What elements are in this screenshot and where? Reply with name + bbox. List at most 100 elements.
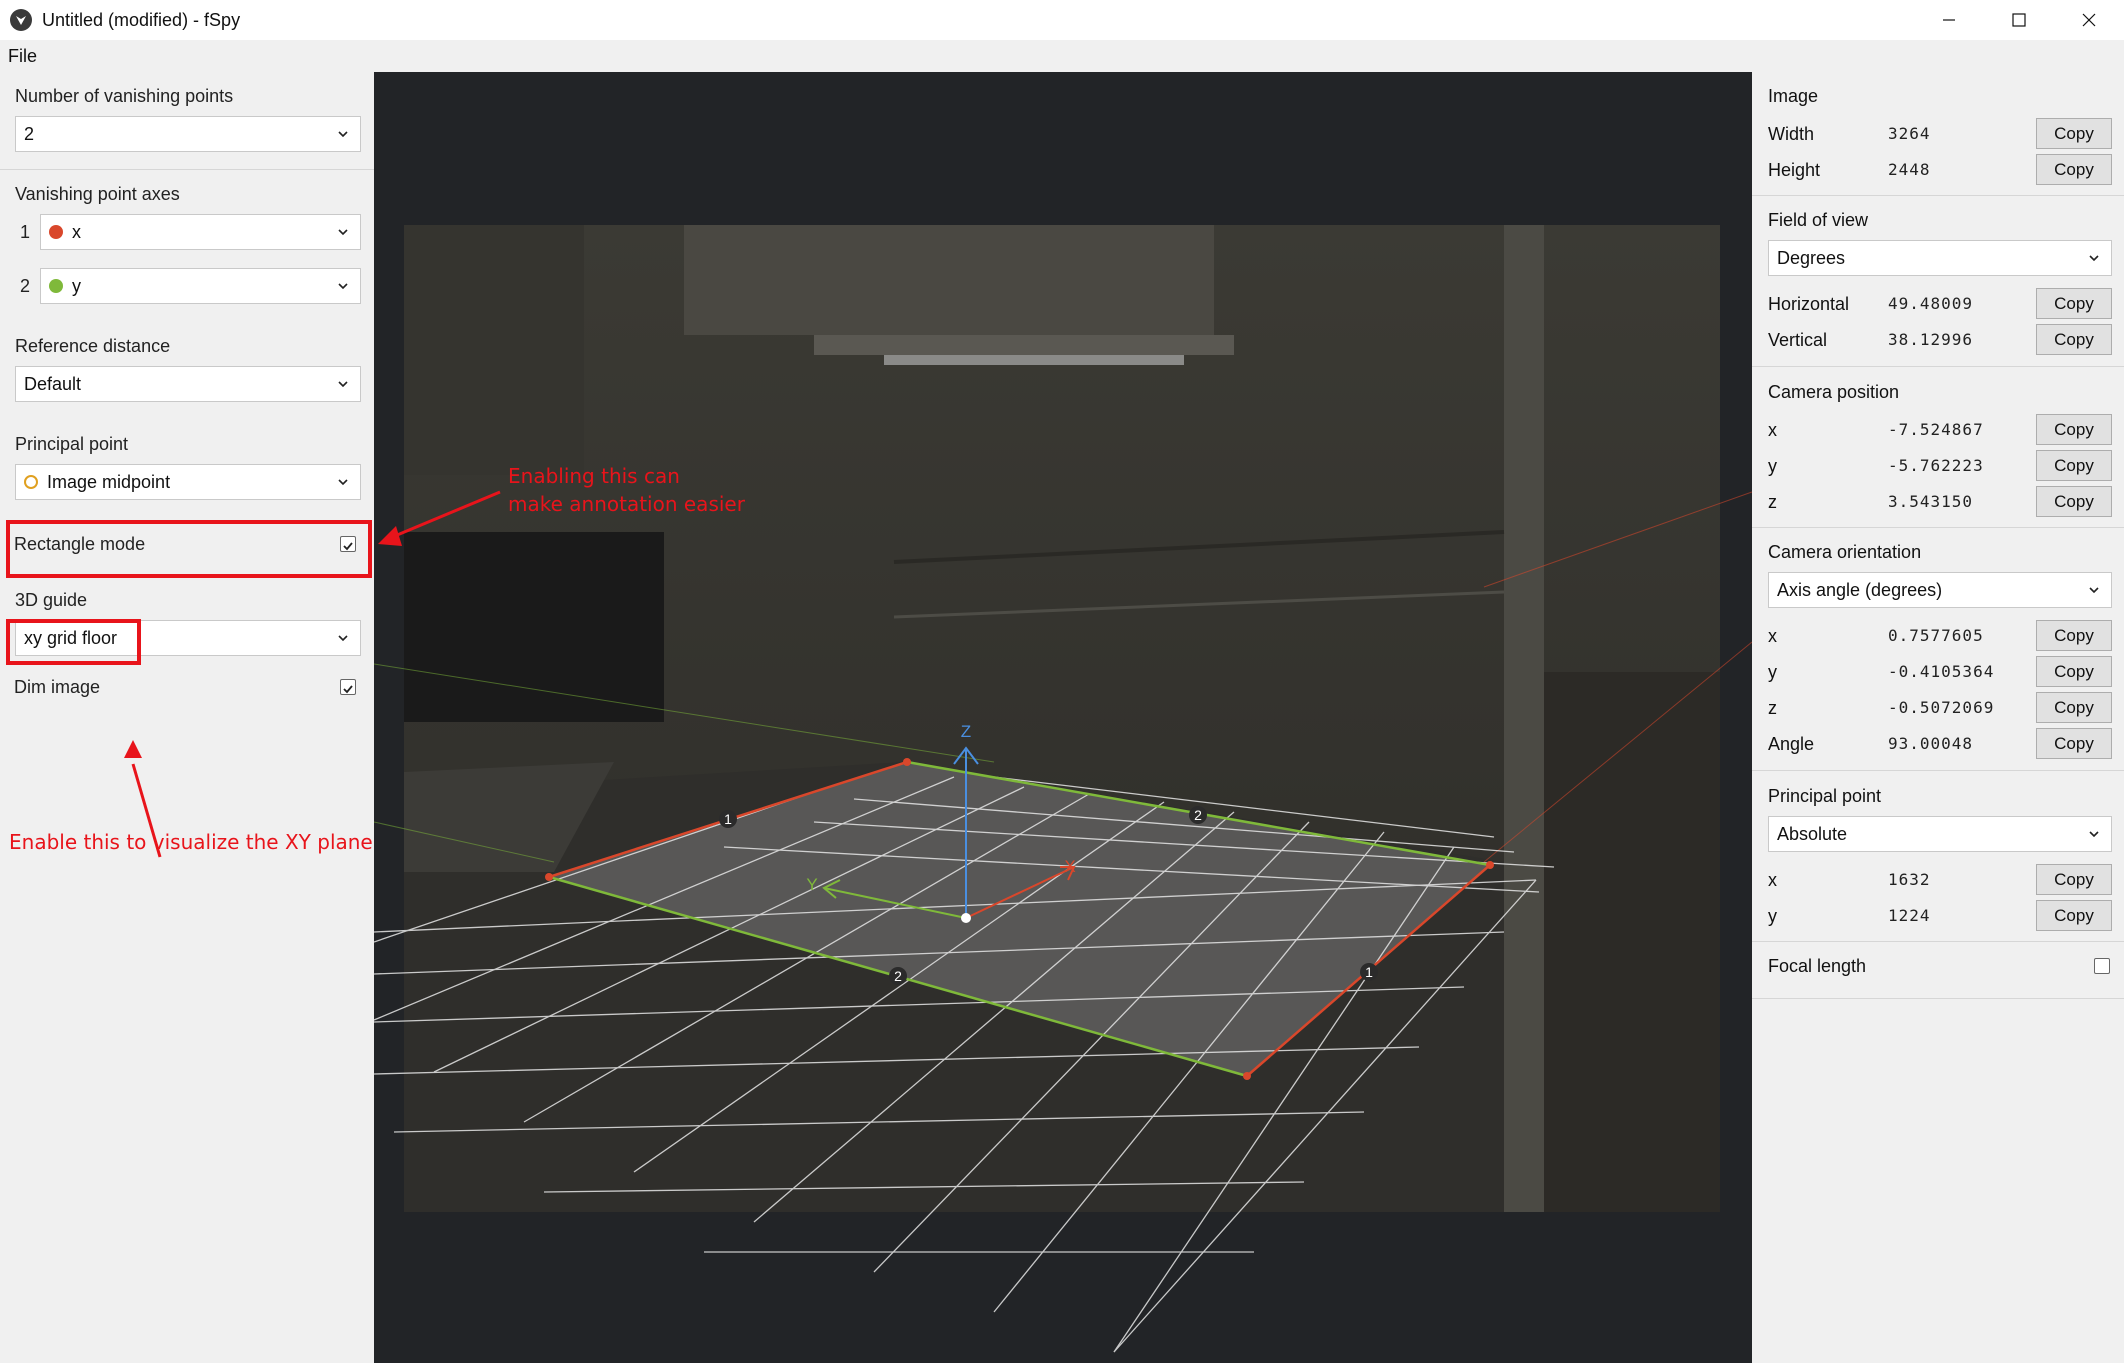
camera-position-title: Camera position (1768, 382, 1900, 402)
angle-value: 93.00048 (1888, 734, 1974, 753)
guide-label: 3D guide (15, 590, 88, 610)
copy-angle-button[interactable]: Copy (2036, 728, 2112, 759)
x-axis-color-dot (49, 225, 63, 239)
orient-x-label: x (1768, 626, 1777, 646)
pp-x-value: 1632 (1888, 870, 1931, 889)
copy-pos-z-button[interactable]: Copy (2036, 486, 2112, 517)
axis2-value: y (72, 275, 81, 296)
copy-vertical-button[interactable]: Copy (2036, 324, 2112, 355)
chevron-down-icon (338, 479, 348, 486)
principal-point-select[interactable]: Image midpoint (15, 464, 361, 500)
height-value: 2448 (1888, 160, 1931, 179)
pos-z-label: z (1768, 492, 1777, 512)
image-viewport[interactable]: Z Y X 1 2 2 1 Enabling this can make ann… (374, 72, 1752, 1363)
copy-width-button[interactable]: Copy (2036, 118, 2112, 149)
settings-panel: Number of vanishing points 2 Vanishing p… (0, 72, 374, 1363)
camera-orientation-title: Camera orientation (1768, 542, 1922, 562)
chevron-down-icon (338, 381, 348, 388)
menu-file[interactable]: File (0, 46, 45, 67)
minimize-icon (1943, 19, 1955, 21)
principal-point-value: Image midpoint (47, 471, 171, 492)
fov-section-title: Field of view (1768, 210, 1869, 230)
pos-x-label: x (1768, 420, 1777, 440)
principal-point-circle-icon (24, 475, 38, 489)
pp-y-label: y (1768, 906, 1777, 926)
handle-label-1b[interactable]: 1 (1365, 964, 1373, 980)
chevron-down-icon (2089, 587, 2099, 594)
orient-y-label: y (1768, 662, 1777, 682)
principal-point-label: Principal point (15, 434, 129, 454)
fov-unit-value: Degrees (1777, 247, 1846, 268)
maximize-icon (2012, 13, 2026, 27)
copy-orient-z-button[interactable]: Copy (2036, 692, 2112, 723)
divider (1752, 366, 2124, 367)
guide-highlight (6, 619, 141, 665)
pp-y-value: 1224 (1888, 906, 1931, 925)
pp-mode-select[interactable]: Absolute (1768, 816, 2112, 852)
copy-orient-x-button[interactable]: Copy (2036, 620, 2112, 651)
horizontal-row: Horizontal 49.48009 Copy (1752, 286, 2124, 322)
axis1-select[interactable]: x (40, 214, 361, 250)
axis-y-label: Y (806, 875, 817, 894)
vertical-label: Vertical (1768, 330, 1828, 350)
chevron-down-icon (338, 131, 348, 138)
divider (1752, 527, 2124, 528)
orient-z-label: z (1768, 698, 1777, 718)
axis2-select[interactable]: y (40, 268, 361, 304)
y-axis-color-dot (49, 279, 63, 293)
image-section-title: Image (1768, 86, 1819, 106)
rect-mode-highlight (6, 520, 372, 578)
close-icon (2082, 13, 2096, 27)
chevron-down-icon (2089, 255, 2099, 262)
copy-pp-x-button[interactable]: Copy (2036, 864, 2112, 895)
pos-x-value: -7.524867 (1888, 420, 1984, 439)
angle-row: Angle 93.00048 Copy (1752, 726, 2124, 762)
height-row: Height 2448 Copy (1752, 152, 2124, 188)
width-value: 3264 (1888, 124, 1931, 143)
chevron-down-icon (338, 229, 348, 236)
handle-label-2a[interactable]: 2 (1194, 807, 1202, 823)
orient-x-row: x 0.7577605 Copy (1752, 618, 2124, 654)
minimize-button[interactable] (1914, 0, 1984, 40)
pos-x-row: x -7.524867 Copy (1752, 412, 2124, 448)
divider (1752, 998, 2124, 999)
pos-z-row: z 3.543150 Copy (1752, 484, 2124, 520)
horizontal-value: 49.48009 (1888, 294, 1974, 313)
num-vp-label: Number of vanishing points (15, 86, 234, 106)
divider (1752, 770, 2124, 771)
width-row: Width 3264 Copy (1752, 116, 2124, 152)
grid-annotation-arrow (124, 740, 162, 858)
divider (1752, 941, 2124, 942)
handle-label-1a[interactable]: 1 (724, 811, 732, 827)
axis-x-label: X (1064, 857, 1075, 876)
orient-y-row: y -0.4105364 Copy (1752, 654, 2124, 690)
num-vp-value: 2 (24, 123, 35, 144)
pos-y-value: -5.762223 (1888, 456, 1984, 475)
pp-x-label: x (1768, 870, 1777, 890)
copy-pp-y-button[interactable]: Copy (2036, 900, 2112, 931)
copy-pos-y-button[interactable]: Copy (2036, 450, 2112, 481)
num-vp-select[interactable]: 2 (15, 116, 361, 152)
grid-annotation-text: Enable this to visualize the XY plane (9, 830, 373, 854)
height-label: Height (1768, 160, 1821, 180)
vp-axes-label: Vanishing point axes (15, 184, 180, 204)
vertical-row: Vertical 38.12996 Copy (1752, 322, 2124, 358)
close-button[interactable] (2054, 0, 2124, 40)
pp-mode-value: Absolute (1777, 823, 1848, 844)
maximize-button[interactable] (1984, 0, 2054, 40)
orient-z-row: z -0.5072069 Copy (1752, 690, 2124, 726)
copy-height-button[interactable]: Copy (2036, 154, 2112, 185)
scene-canvas: Z Y X 1 2 2 1 (374, 225, 1752, 1353)
angle-label: Angle (1768, 734, 1815, 754)
orientation-mode-select[interactable]: Axis angle (degrees) (1768, 572, 2112, 608)
copy-horizontal-button[interactable]: Copy (2036, 288, 2112, 319)
copy-orient-y-button[interactable]: Copy (2036, 656, 2112, 687)
chevron-down-icon (338, 283, 348, 290)
focal-length-label: Focal length (1768, 956, 1867, 976)
handle-label-2b[interactable]: 2 (894, 968, 902, 984)
copy-pos-x-button[interactable]: Copy (2036, 414, 2112, 445)
fov-unit-select[interactable]: Degrees (1768, 240, 2112, 276)
ref-distance-select[interactable]: Default (15, 366, 361, 402)
focal-length-checkbox[interactable] (2094, 958, 2110, 974)
divider (0, 169, 374, 170)
